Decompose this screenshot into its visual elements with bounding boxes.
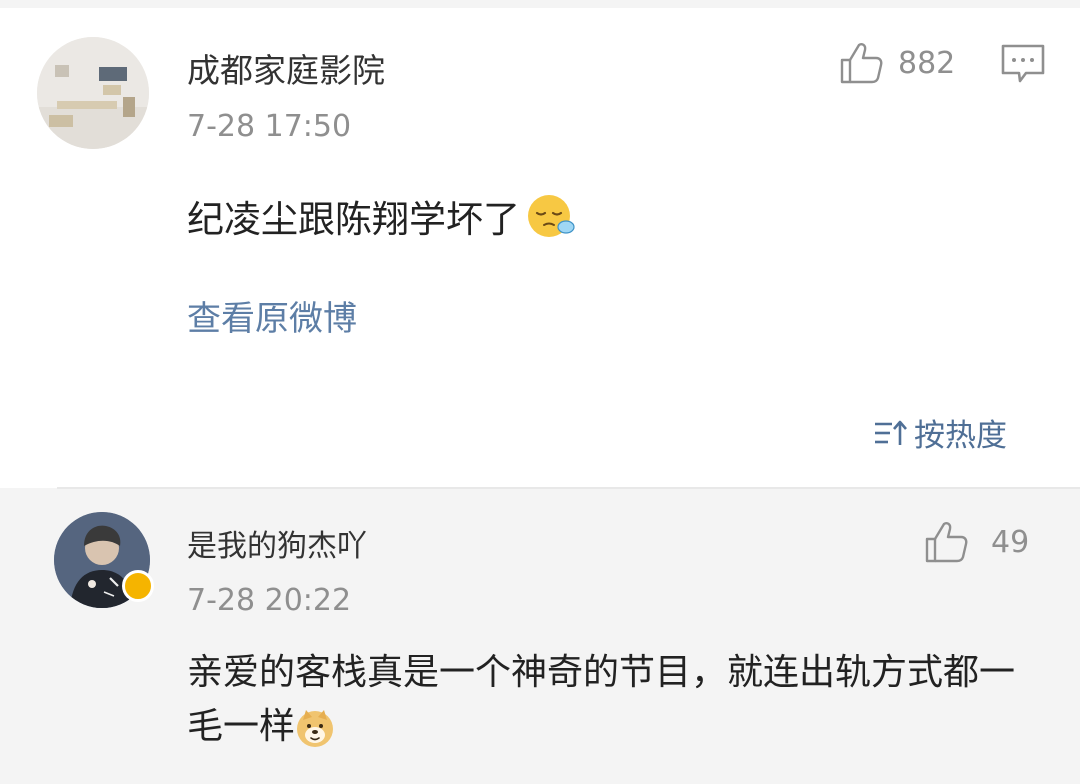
sort-icon	[875, 420, 907, 445]
sort-by-hot-button[interactable]: 按热度	[872, 410, 1007, 455]
like-count: 882	[898, 45, 956, 81]
post-text-content: 纪凌尘跟陈翔学坏了	[187, 198, 520, 241]
comment-like-button[interactable]: 49	[923, 519, 1029, 565]
avatar-image	[37, 37, 149, 149]
comment-timestamp: 7-28 20:22	[187, 583, 352, 618]
sort-label: 按热度	[914, 418, 1007, 454]
weibo-post: 成都家庭影院 7-28 17:50 882 纪凌尘跟陈翔学坏了 查看原微博 按热…	[0, 8, 1080, 488]
thumbs-up-icon	[925, 522, 968, 563]
doge-emoji-icon	[297, 710, 334, 747]
sleepy-face-emoji-icon	[528, 195, 575, 237]
thumbs-up-icon	[840, 43, 883, 84]
author-name[interactable]: 成都家庭影院	[187, 44, 385, 92]
view-original-link[interactable]: 查看原微博	[187, 291, 357, 340]
top-separator	[0, 0, 1080, 8]
verified-badge-icon	[122, 570, 154, 602]
post-timestamp: 7-28 17:50	[187, 109, 352, 144]
like-button[interactable]: 882	[838, 40, 955, 86]
avatar[interactable]	[37, 37, 149, 149]
divider	[57, 487, 1080, 489]
comment-icon[interactable]	[1000, 43, 1046, 85]
commenter-avatar[interactable]	[54, 512, 154, 608]
comment-text: 亲爱的客栈真是一个神奇的节目，就连出轨方式都一毛一样	[187, 646, 1037, 754]
comment-like-count: 49	[991, 524, 1030, 560]
commenter-name[interactable]: 是我的狗杰吖	[187, 521, 367, 565]
post-text: 纪凌尘跟陈翔学坏了	[187, 189, 576, 243]
